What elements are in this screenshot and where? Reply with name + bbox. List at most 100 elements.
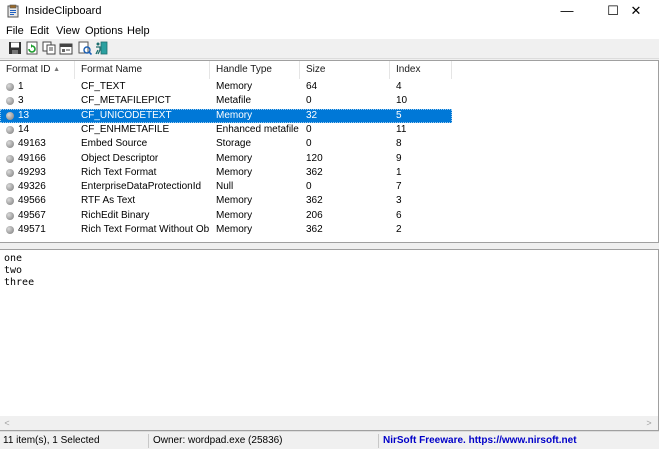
cell-size: 120 xyxy=(306,152,323,164)
nirsoft-link[interactable]: NirSoft Freeware. https://www.nirsoft.ne… xyxy=(383,435,577,446)
menu-options[interactable]: Options xyxy=(85,25,123,37)
horizontal-scrollbar[interactable]: < > xyxy=(0,416,658,430)
cell-format-id: 14 xyxy=(18,123,30,135)
table-row[interactable]: 3 CF_METAFILEPICT Metafile 0 10 xyxy=(0,94,452,108)
sort-ascending-icon: ▲ xyxy=(53,66,60,73)
column-size[interactable]: Size xyxy=(300,61,390,79)
content-line: three xyxy=(4,277,35,288)
format-item-icon xyxy=(6,140,14,149)
format-item-icon xyxy=(6,168,14,177)
table-row[interactable]: 49571 Rich Text Format Without Obj... Memo… xyxy=(0,223,452,237)
cell-index: 9 xyxy=(396,152,402,164)
table-row[interactable]: 49163 Embed Source Storage 0 8 xyxy=(0,137,452,151)
table-row[interactable]: 1 CF_TEXT Memory 64 4 xyxy=(0,80,452,94)
table-row[interactable]: 49293 Rich Text Format Memory 362 1 xyxy=(0,166,452,180)
cell-format-id: 49326 xyxy=(18,181,46,193)
cell-format-id: 1 xyxy=(18,81,24,92)
cell-format-name: Embed Source xyxy=(81,138,148,150)
cell-format-name: EnterpriseDataProtectionId xyxy=(81,181,202,193)
clipboard-content-pane[interactable]: one two three < > xyxy=(0,249,659,431)
cell-format-name: CF_UNICODETEXT xyxy=(81,109,172,121)
cell-handle-type: Storage xyxy=(216,138,252,150)
cell-size: 206 xyxy=(306,209,323,221)
cell-size: 362 xyxy=(306,195,323,207)
cell-format-id: 49571 xyxy=(18,224,46,235)
cell-size: 362 xyxy=(306,224,323,235)
format-item-icon xyxy=(6,211,14,220)
cell-format-name: RTF As Text xyxy=(81,195,136,207)
cell-format-name: Rich Text Format xyxy=(81,166,157,178)
toolbar xyxy=(0,39,659,59)
column-label: Format ID xyxy=(6,64,51,75)
column-format-name[interactable]: Format Name xyxy=(75,61,210,79)
cell-format-name: Rich Text Format Without Obj... xyxy=(81,224,209,235)
cell-handle-type: Memory xyxy=(216,195,253,207)
table-row[interactable]: 14 CF_ENHMETAFILE Enhanced metafile 0 11 xyxy=(0,123,452,137)
table-row[interactable]: 49166 Object Descriptor Memory 120 9 xyxy=(0,152,452,166)
cell-format-id: 49166 xyxy=(18,152,46,164)
cell-format-id: 13 xyxy=(18,109,30,121)
cell-format-id: 49293 xyxy=(18,166,46,178)
clipboard-format-list[interactable]: Format ID ▲ Format Name Handle Type Size… xyxy=(0,60,659,243)
table-row[interactable]: 49567 RichEdit Binary Memory 206 6 xyxy=(0,209,452,223)
menu-view[interactable]: View xyxy=(56,25,80,37)
cell-index: 5 xyxy=(396,109,402,121)
cell-index: 4 xyxy=(396,81,402,92)
cell-index: 10 xyxy=(396,95,408,107)
menu-edit[interactable]: Edit xyxy=(30,25,49,37)
cell-format-name: Object Descriptor xyxy=(81,152,159,164)
exit-icon[interactable] xyxy=(94,41,108,55)
cell-index: 6 xyxy=(396,209,402,221)
status-divider xyxy=(378,434,379,448)
table-row[interactable]: 13 CF_UNICODETEXT Memory 32 5 xyxy=(0,108,452,123)
status-owner: Owner: wordpad.exe (25836) xyxy=(153,435,283,446)
menu-file[interactable]: File xyxy=(6,25,24,37)
menu-help[interactable]: Help xyxy=(127,25,150,37)
cell-format-name: CF_ENHMETAFILE xyxy=(81,123,170,135)
minimize-button[interactable]: — xyxy=(544,0,590,22)
cell-index: 3 xyxy=(396,195,402,207)
cell-format-id: 49567 xyxy=(18,209,46,221)
cell-index: 2 xyxy=(396,224,402,235)
table-row[interactable]: 49566 RTF As Text Memory 362 3 xyxy=(0,194,452,208)
cell-format-name: CF_TEXT xyxy=(81,81,126,92)
format-item-icon xyxy=(6,197,14,206)
cell-handle-type: Memory xyxy=(216,224,253,235)
format-item-icon xyxy=(6,111,14,120)
close-button[interactable]: ✕ xyxy=(613,0,659,22)
column-handle-type[interactable]: Handle Type xyxy=(210,61,300,79)
copy-icon[interactable] xyxy=(42,41,56,55)
cell-format-name: CF_METAFILEPICT xyxy=(81,95,171,107)
cell-size: 0 xyxy=(306,95,312,107)
content-line: one xyxy=(4,253,23,264)
cell-format-id: 49163 xyxy=(18,138,46,150)
cell-size: 362 xyxy=(306,166,323,178)
cell-handle-type: Enhanced metafile xyxy=(216,123,299,135)
cell-size: 0 xyxy=(306,181,312,193)
format-item-icon xyxy=(6,125,14,134)
cell-handle-type: Memory xyxy=(216,209,253,221)
cell-format-id: 49566 xyxy=(18,195,46,207)
scroll-right-icon[interactable]: > xyxy=(642,416,656,430)
refresh-icon[interactable] xyxy=(25,41,39,55)
cell-size: 32 xyxy=(306,109,318,121)
find-icon[interactable] xyxy=(78,41,92,55)
properties-icon[interactable] xyxy=(59,41,73,55)
cell-format-name: RichEdit Binary xyxy=(81,209,150,221)
menu-bar: File Edit View Options Help xyxy=(0,22,659,39)
cell-size: 0 xyxy=(306,123,312,135)
clipboard-app-icon xyxy=(7,4,19,18)
scroll-left-icon[interactable]: < xyxy=(0,416,14,430)
window-title: InsideClipboard xyxy=(25,5,102,17)
status-item-count: 11 item(s), 1 Selected xyxy=(3,435,100,446)
column-index[interactable]: Index xyxy=(390,61,452,79)
status-divider xyxy=(148,434,149,448)
cell-size: 0 xyxy=(306,138,312,150)
save-icon[interactable] xyxy=(8,41,22,55)
content-line: two xyxy=(4,265,23,276)
cell-handle-type: Memory xyxy=(216,166,253,178)
column-format-id[interactable]: Format ID ▲ xyxy=(0,61,75,79)
cell-format-id: 3 xyxy=(18,95,24,107)
table-row[interactable]: 49326 EnterpriseDataProtectionId Null 0 7 xyxy=(0,180,452,194)
list-header: Format ID ▲ Format Name Handle Type Size… xyxy=(0,61,658,79)
